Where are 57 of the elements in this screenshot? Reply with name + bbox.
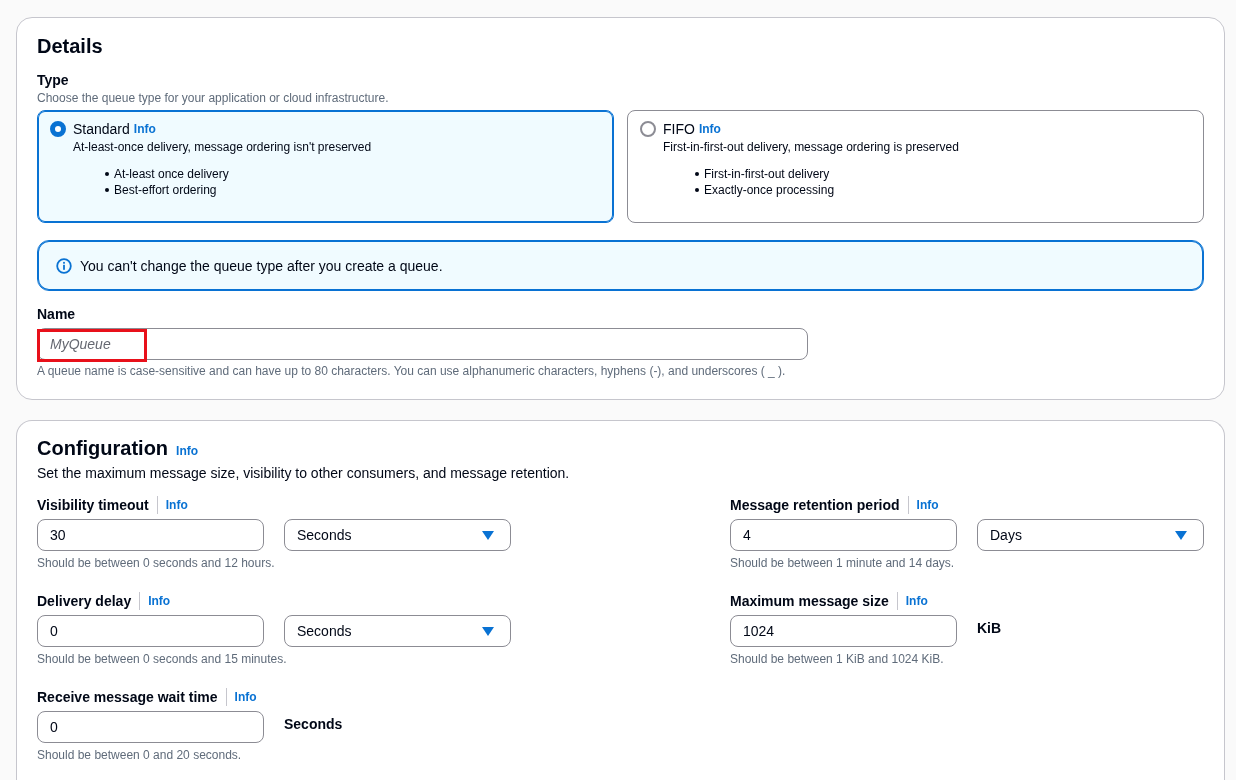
hint-text: A queue name is case-sensitive and can have up to 80 characters. You can use alphanumeric characters, hyphens (-), and underscores ( _ ).	[37, 363, 787, 379]
unit-label: Seconds	[284, 715, 343, 733]
feature-text: First-in-first-out delivery	[704, 166, 830, 182]
option-description: At-least-once delivery, message ordering isn't preserved	[73, 139, 373, 156]
info-link[interactable]: Info	[133, 121, 156, 137]
info-link[interactable]: Info	[234, 689, 257, 705]
queue-type-card[interactable]: Standard Info At-least-once delivery, message ordering isn't preserved At-least once delivery Best-effort ordering	[37, 110, 614, 223]
bullet-icon	[695, 188, 699, 192]
field-label: Message retention period	[730, 496, 900, 514]
info-link[interactable]: Info	[905, 593, 928, 609]
hint-text: Should be between 0 seconds and 15 minutes.	[37, 651, 288, 667]
field-label: Type	[37, 71, 70, 89]
radio-button[interactable]	[640, 121, 656, 137]
caret-down-icon	[482, 626, 494, 636]
unit-dropdown[interactable]: Seconds	[284, 519, 511, 551]
field-label: Receive message wait time	[37, 688, 218, 706]
unit-dropdown[interactable]: Days	[977, 519, 1204, 551]
field-description: Choose the queue type for your application or cloud infrastructure.	[37, 90, 390, 106]
hint-text: Should be between 1 KiB and 1024 KiB.	[730, 651, 945, 667]
info-link[interactable]: Info	[148, 593, 171, 609]
value-input[interactable]: 4	[730, 519, 957, 551]
info-link[interactable]: Info	[176, 443, 199, 459]
value-input[interactable]: 0	[37, 711, 264, 743]
bullet-icon	[695, 172, 699, 176]
field-label: Maximum message size	[730, 592, 889, 610]
bullet-icon	[105, 188, 109, 192]
section-title: Details	[37, 34, 104, 58]
unit-label: KiB	[977, 619, 1002, 637]
field-label: Visibility timeout	[37, 496, 149, 514]
alert-message: You can't change the queue type after you create a queue.	[80, 256, 443, 275]
info-link[interactable]: Info	[698, 121, 721, 137]
info-icon	[56, 257, 72, 274]
field-label: Delivery delay	[37, 592, 132, 610]
queue-type-card[interactable]: FIFO Info First-in-first-out delivery, message ordering is preserved First-in-first-out delivery Exactly-once processing	[627, 110, 1204, 223]
feature-text: Best-effort ordering	[114, 182, 217, 198]
info-link[interactable]: Info	[165, 497, 188, 513]
field-label: Name	[37, 305, 77, 323]
hint-text: Should be between 1 minute and 14 days.	[730, 555, 956, 571]
hint-text: Should be between 0 and 20 seconds.	[37, 747, 243, 763]
feature-text: Exactly-once processing	[704, 182, 835, 198]
bullet-icon	[105, 172, 109, 176]
section-title: Configuration	[37, 436, 169, 460]
caret-down-icon	[482, 530, 494, 540]
value-input[interactable]: 30	[37, 519, 264, 551]
value-input[interactable]: 1024	[730, 615, 957, 647]
hint-text: Should be between 0 seconds and 12 hours.	[37, 555, 276, 571]
name-input[interactable]: MyQueue	[37, 328, 808, 360]
unit-dropdown[interactable]: Seconds	[284, 615, 511, 647]
info-link[interactable]: Info	[916, 497, 939, 513]
radio-button[interactable]	[50, 121, 66, 137]
feature-text: At-least once delivery	[114, 166, 229, 182]
value-input[interactable]: 0	[37, 615, 264, 647]
option-label: FIFO	[663, 120, 695, 138]
option-description: First-in-first-out delivery, message ordering is preserved	[663, 139, 960, 156]
caret-down-icon	[1175, 530, 1187, 540]
section-description: Set the maximum message size, visibility to other consumers, and message retention.	[37, 464, 571, 482]
option-label: Standard	[73, 120, 130, 138]
